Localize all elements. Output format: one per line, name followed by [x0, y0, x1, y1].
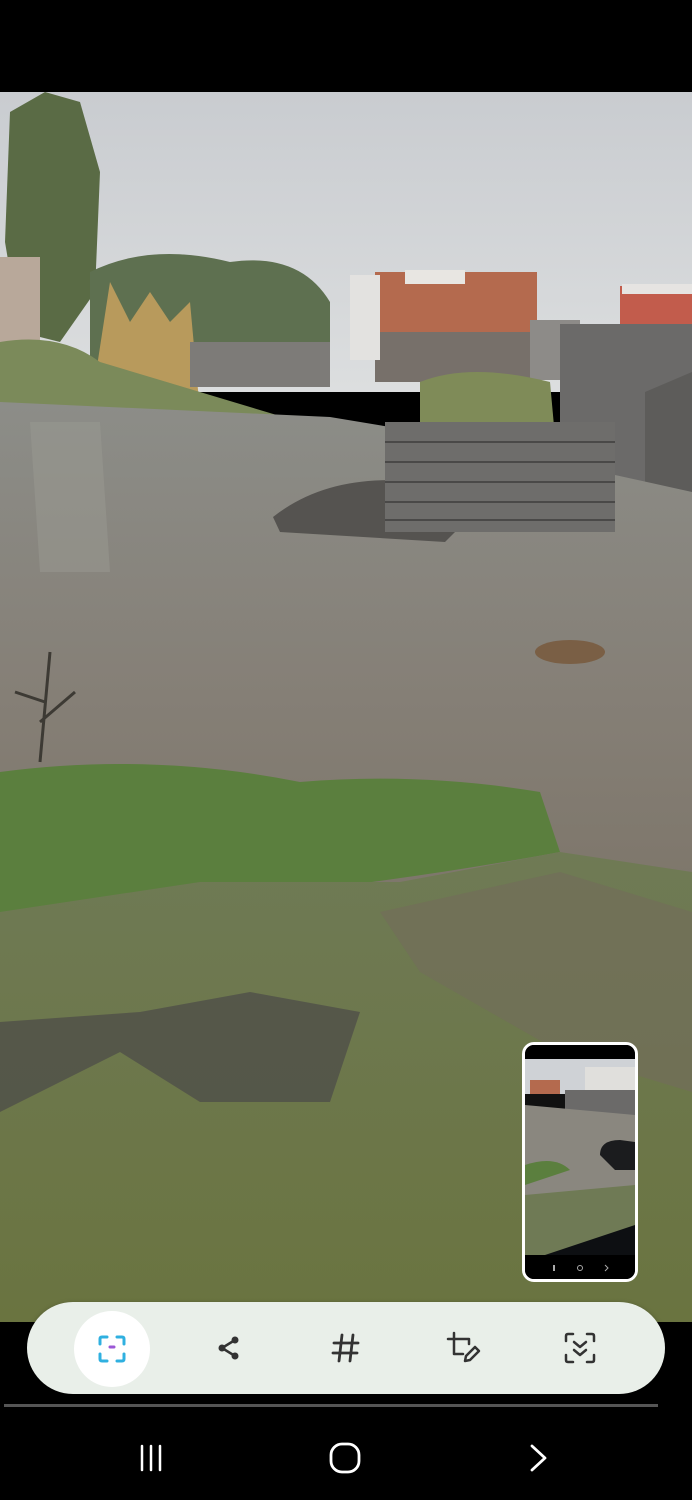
thumbnail-image [525, 1045, 635, 1279]
recent-apps-icon [140, 1444, 162, 1472]
capture-more-button[interactable] [74, 1311, 150, 1387]
top-black-bar [0, 0, 692, 92]
hashtag-icon [331, 1333, 360, 1363]
navigation-bar [0, 1410, 692, 1500]
crop-edit-icon [446, 1331, 481, 1363]
back-icon [530, 1444, 547, 1472]
recent-apps-button[interactable] [121, 1430, 181, 1486]
gesture-divider [4, 1404, 658, 1407]
home-button[interactable] [315, 1430, 375, 1486]
extract-text-button[interactable] [542, 1312, 618, 1384]
text-extract-icon [564, 1332, 596, 1364]
scroll-capture-icon [98, 1335, 126, 1363]
back-button[interactable] [508, 1430, 568, 1486]
home-icon [329, 1442, 361, 1474]
share-icon [218, 1336, 239, 1360]
tags-button[interactable] [308, 1312, 384, 1384]
screenshot-toolbar [27, 1302, 665, 1394]
edit-button[interactable] [425, 1312, 501, 1384]
share-button[interactable] [191, 1312, 267, 1384]
screenshot-preview-thumbnail[interactable] [522, 1042, 638, 1282]
